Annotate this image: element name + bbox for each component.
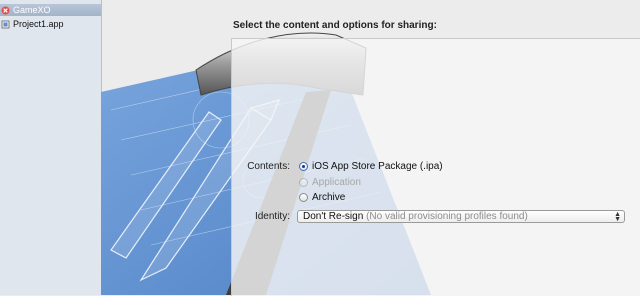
radio-label: iOS App Store Package (.ipa) (312, 161, 443, 172)
sheet-title: Select the content and options for shari… (233, 20, 437, 31)
radio-label: Archive (312, 192, 346, 203)
identity-hint: (No valid provisioning profiles found) (366, 211, 528, 222)
radio-label: Application (312, 177, 361, 188)
popup-arrows-icon: ▲ ▼ (614, 211, 621, 223)
contents-label: Contents: (247, 161, 290, 172)
radio-archive[interactable]: Archive (299, 192, 345, 203)
list-item-label: GameXO (13, 5, 51, 15)
app-bundle-icon (1, 20, 10, 29)
identity-label: Identity: (254, 211, 290, 222)
list-item-gamexo[interactable]: GameXO (0, 4, 101, 16)
list-item-project1-app[interactable]: Project1.app (0, 18, 101, 30)
radio-selected-icon (299, 162, 308, 171)
radio-ios-app-store-package[interactable]: iOS App Store Package (.ipa) (299, 161, 443, 172)
radio-unselected-icon (299, 193, 308, 202)
file-list-panel: GameXO Project1.app (0, 0, 102, 295)
list-item-label: Project1.app (13, 19, 64, 29)
identity-popup[interactable]: Don't Re-sign (No valid provisioning pro… (297, 210, 625, 223)
identity-value: Don't Re-sign (303, 211, 364, 222)
red-x-app-icon (1, 6, 10, 15)
radio-application[interactable]: Application (299, 177, 361, 188)
radio-disabled-icon (299, 178, 308, 187)
